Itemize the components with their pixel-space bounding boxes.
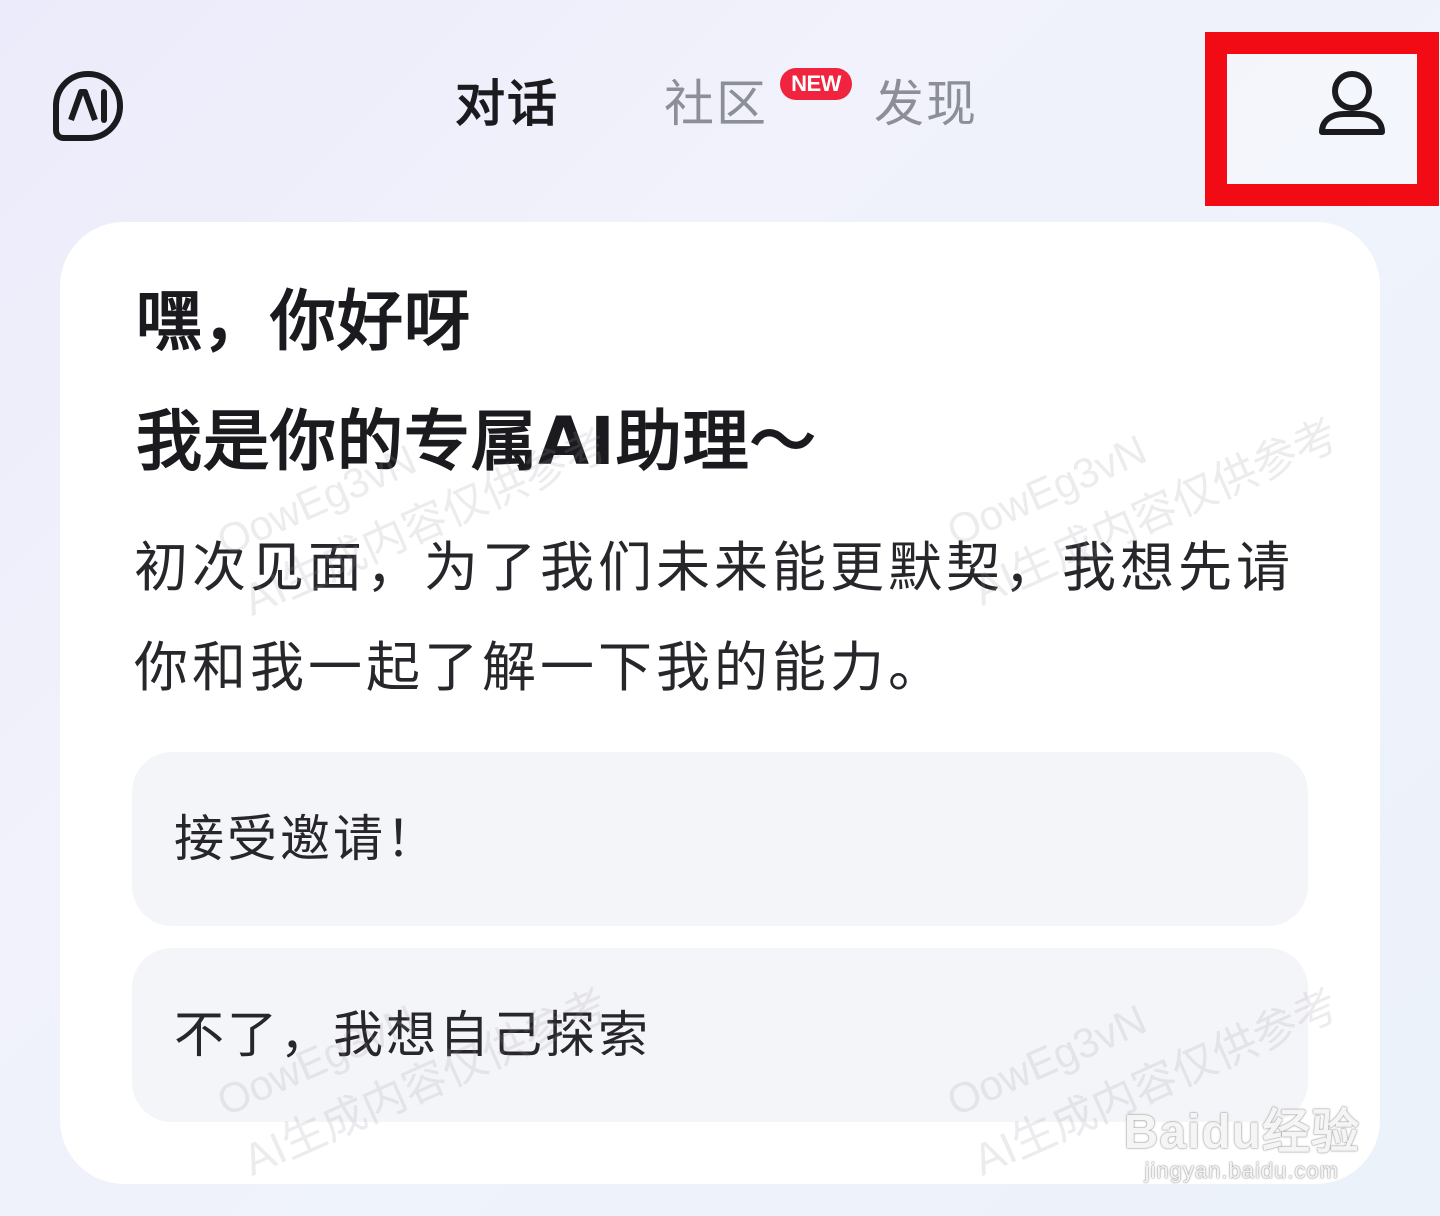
welcome-card: 嘿，你好呀 我是你的专属AI助理～ 初次见面，为了我们未来能更默契，我想先请你和… [60,222,1380,1184]
assistant-subtitle: 我是你的专属AI助理～ [136,403,817,480]
tab-discover[interactable]: 发现 [874,68,978,140]
explore-myself-label: 不了，我想自己探索 [174,1006,651,1064]
intro-text: 初次见面，为了我们未来能更默契，我想先请你和我一起了解一下我的能力。 [134,536,1294,699]
tab-community[interactable]: 社区 [664,68,768,140]
tab-chat[interactable]: 对话 [455,68,559,140]
new-badge: NEW [780,68,852,100]
accept-invite-label: 接受邀请！ [174,810,439,868]
user-icon[interactable] [1316,70,1388,140]
greeting-title: 嘿，你好呀 [136,283,471,360]
accept-invite-button[interactable]: 接受邀请！ [132,752,1308,926]
explore-myself-button[interactable]: 不了，我想自己探索 [132,948,1308,1122]
